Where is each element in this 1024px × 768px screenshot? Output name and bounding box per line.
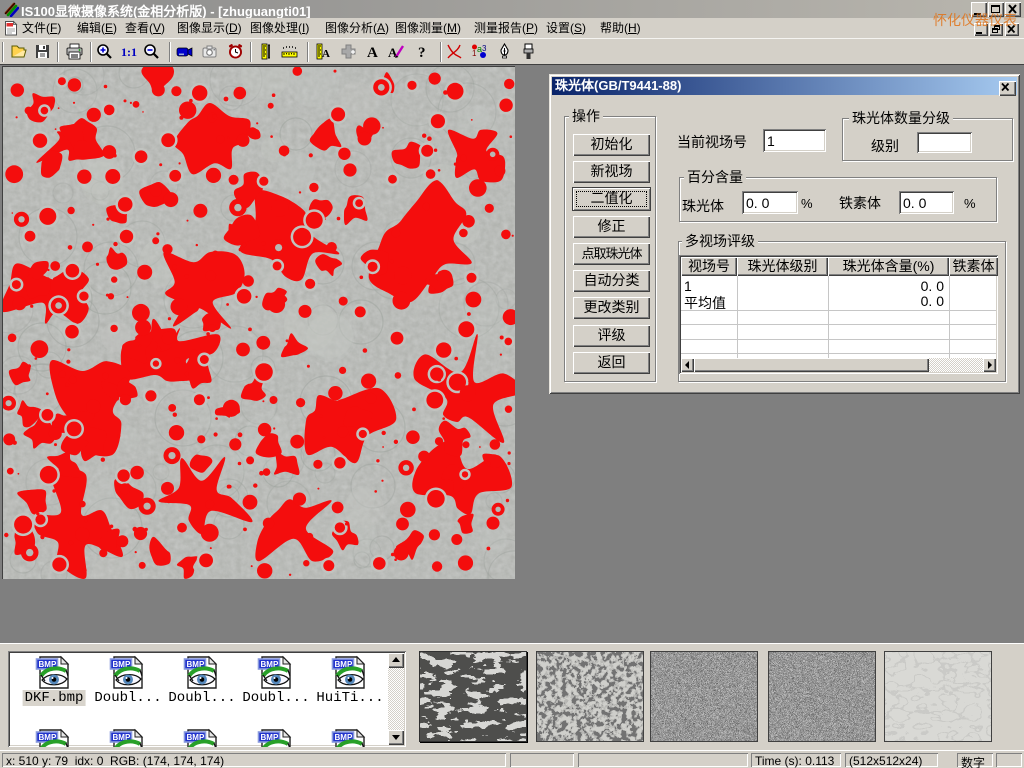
svg-text:A: A (367, 45, 378, 60)
svg-text:1:1: 1:1 (121, 45, 137, 59)
svg-text:A: A (322, 48, 330, 60)
svg-text:A: A (388, 45, 398, 60)
svg-text:3: 3 (482, 44, 487, 53)
svg-text:?: ? (418, 45, 426, 60)
